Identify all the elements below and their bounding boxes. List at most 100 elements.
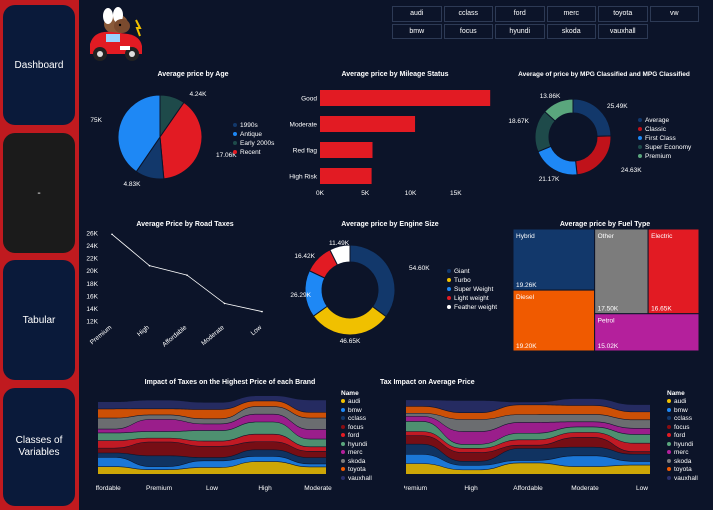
age-legend-item[interactable]: Early 2000s bbox=[233, 139, 274, 148]
tax-impact-legend-item[interactable]: skoda bbox=[667, 458, 698, 467]
brand-tax-legend-label: toyota bbox=[348, 466, 366, 473]
nav-blank-button[interactable]: - bbox=[3, 133, 75, 253]
mpg-legend-label-4: Premium bbox=[645, 153, 671, 160]
brand-tax-legend-item[interactable]: focus bbox=[341, 424, 372, 433]
mpg-label-4: 13.86K bbox=[540, 93, 561, 100]
tax-impact-legend-label: focus bbox=[674, 423, 690, 431]
brand-chip-vw[interactable]: vw bbox=[649, 6, 699, 22]
brand-tax-legend-item[interactable]: skoda bbox=[341, 458, 372, 467]
tax-impact-legend-item[interactable]: vauxhall bbox=[667, 475, 698, 484]
tax-impact-legend-item[interactable]: cclass bbox=[667, 415, 698, 424]
brand-chip-vauxhall[interactable]: vauxhall bbox=[598, 23, 648, 39]
brand-chip-merc[interactable]: merc bbox=[546, 6, 596, 22]
engine-label-4: 11.49K bbox=[329, 240, 350, 247]
brand-chip-focus[interactable]: focus bbox=[443, 23, 493, 39]
fuel-tile-name-0: Hybrid bbox=[516, 233, 535, 240]
engine-donut-chart: 54.60K 46.65K 26.29K 16.42K 11.49K Giant Turbo… bbox=[290, 240, 497, 345]
tax-impact-legend-item[interactable]: focus bbox=[667, 424, 698, 433]
tax-impact-legend-label: toyota bbox=[674, 466, 692, 473]
legend-dot-icon bbox=[667, 458, 671, 463]
fuel-chart-title: Average price by Fuel Type bbox=[559, 221, 651, 228]
age-legend-item[interactable]: Recent bbox=[233, 148, 274, 157]
tax-impact-legend-item[interactable]: audi bbox=[667, 398, 698, 407]
age-legend-item[interactable]: Antique bbox=[233, 130, 274, 139]
tax-impact-legend-label: skoda bbox=[674, 457, 692, 465]
mileage-bar-1 bbox=[320, 116, 416, 132]
tax-impact-xtick-1: High bbox=[464, 485, 478, 492]
brand-chip-cclass[interactable]: cclass bbox=[443, 6, 493, 22]
brand-tax-xtick-3: High bbox=[258, 485, 272, 492]
engine-legend-dot-icon-3 bbox=[447, 296, 451, 300]
mileage-xtick-3: 15K bbox=[450, 190, 462, 197]
brand-chip-ford[interactable]: ford bbox=[495, 6, 545, 22]
mpg-legend-dot-icon-2 bbox=[638, 136, 642, 140]
brand-tax-legend-label: skoda bbox=[348, 457, 366, 465]
sidebar: Dashboard - Tabular Classes of Variables bbox=[0, 0, 79, 510]
engine-legend-label-2: Super Weight bbox=[454, 286, 493, 293]
brand-tax-xtick-2: Low bbox=[206, 485, 218, 492]
legend-dot-icon bbox=[341, 450, 345, 455]
brand-chip-bmw[interactable]: bmw bbox=[392, 23, 442, 39]
tax-impact-ribbon-chart: Premium High Affordable Moderate Low bbox=[404, 398, 650, 492]
tax-impact-legend-item[interactable]: ford bbox=[667, 432, 698, 441]
brand-chip-audi[interactable]: audi bbox=[392, 6, 442, 22]
roadtax-xtick-2: Affordable bbox=[161, 324, 188, 349]
tax-impact-ribbon-legend: Name audi bmw cclass focus ford hyundi merc skod… bbox=[667, 389, 698, 483]
mileage-xtick-0: 0K bbox=[316, 190, 325, 197]
mpg-legend-label-1: Classic bbox=[645, 126, 667, 133]
engine-slice-0 bbox=[349, 244, 396, 318]
age-legend-item[interactable]: 1990s bbox=[233, 121, 274, 130]
roadtax-line-series bbox=[111, 233, 263, 312]
brand-chip-skoda[interactable]: skoda bbox=[546, 23, 596, 39]
brand-chip-toyota[interactable]: toyota bbox=[598, 6, 648, 22]
age-legend-label: Early 2000s bbox=[240, 140, 275, 147]
brand-tax-legend-item[interactable]: bmw bbox=[341, 407, 372, 416]
brand-tax-legend-label: merc bbox=[348, 449, 363, 456]
tax-impact-legend-item[interactable]: toyota bbox=[667, 466, 698, 475]
nav-dashboard-button[interactable]: Dashboard bbox=[3, 5, 75, 125]
roadtax-ytick-0: 26K bbox=[86, 231, 98, 238]
nav-tabular-button[interactable]: Tabular bbox=[3, 260, 75, 380]
roadtax-ytick-3: 20K bbox=[86, 268, 98, 275]
roadtax-ytick-7: 12K bbox=[86, 319, 98, 326]
mileage-bar-chart: Good Moderate Red flag High Risk 0K 5K 10K 15K bbox=[289, 90, 491, 197]
brand-tax-legend-item[interactable]: audi bbox=[341, 398, 372, 407]
brand-filter: audi cclass ford merc toyota vw bmw focu… bbox=[392, 6, 699, 39]
brand-chip-hyundi[interactable]: hyundi bbox=[495, 23, 545, 39]
brand-tax-legend-item[interactable]: cclass bbox=[341, 415, 372, 424]
tax-impact-legend-item[interactable]: merc bbox=[667, 449, 698, 458]
fuel-tile-value-0: 19.26K bbox=[516, 282, 537, 289]
engine-label-2: 26.29K bbox=[290, 292, 311, 299]
brand-tax-xtick-1: Premium bbox=[146, 485, 172, 492]
legend-dot-icon bbox=[341, 399, 345, 404]
roadtax-chart-title: Average Price by Road Taxes bbox=[136, 221, 234, 228]
brand-tax-legend-item[interactable]: hyundi bbox=[341, 441, 372, 450]
brand-tax-ribbon-title: Impact of Taxes on the Highest Price of … bbox=[144, 379, 316, 386]
mileage-xtick-1: 5K bbox=[361, 190, 370, 197]
tax-impact-legend-item[interactable]: bmw bbox=[667, 407, 698, 416]
mileage-chart-title: Average price by Mileage Status bbox=[341, 71, 449, 78]
tax-impact-legend-title: Name bbox=[667, 390, 685, 397]
fuel-tile-name-3: Electric bbox=[651, 233, 673, 240]
brand-tax-legend-item[interactable]: vauxhall bbox=[341, 475, 372, 484]
fuel-tile-name-4: Petrol bbox=[598, 318, 616, 325]
legend-dot-icon bbox=[667, 441, 671, 446]
tax-impact-legend-label: vauxhall bbox=[674, 474, 698, 482]
brand-tax-legend-item[interactable]: merc bbox=[341, 449, 372, 458]
age-legend-label: Recent bbox=[240, 149, 261, 156]
roadtax-ytick-4: 18K bbox=[86, 281, 98, 288]
mileage-xtick-2: 10K bbox=[405, 190, 417, 197]
brand-tax-legend-item[interactable]: ford bbox=[341, 432, 372, 441]
mpg-legend-dot-icon-3 bbox=[638, 145, 642, 149]
fuel-tile-3 bbox=[647, 229, 699, 315]
roadtax-ytick-1: 24K bbox=[86, 243, 98, 250]
car-mascot-logo bbox=[90, 7, 142, 61]
tax-impact-legend-label: audi bbox=[674, 398, 687, 405]
brand-tax-legend-item[interactable]: toyota bbox=[341, 466, 372, 475]
legend-dot-icon bbox=[341, 467, 345, 472]
fuel-tile-2 bbox=[594, 229, 649, 315]
brand-tax-legend-label: bmw bbox=[348, 406, 362, 414]
mpg-legend-label-2: First Class bbox=[645, 135, 676, 142]
nav-classes-button[interactable]: Classes of Variables bbox=[3, 388, 75, 506]
tax-impact-legend-item[interactable]: hyundi bbox=[667, 441, 698, 450]
